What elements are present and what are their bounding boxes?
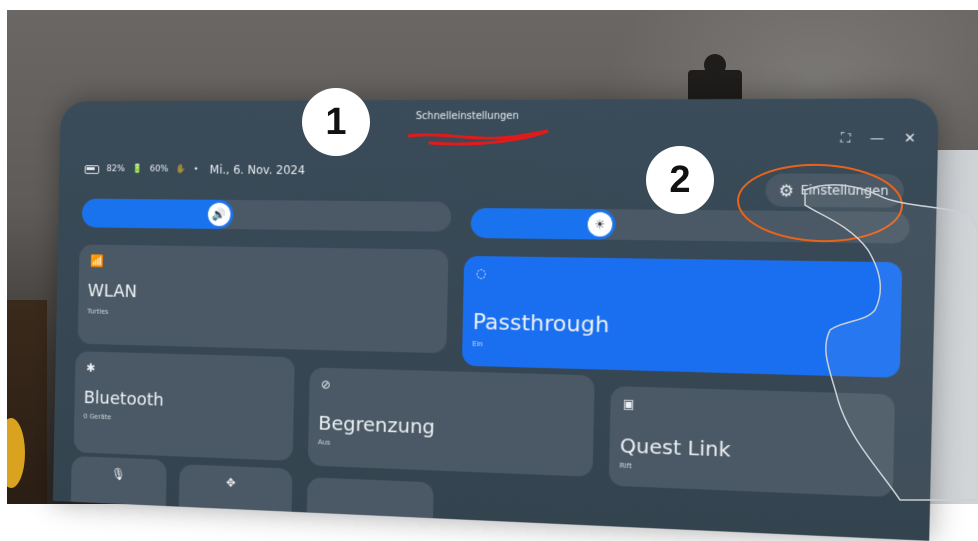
microphone-icon: 🎙 <box>111 467 126 482</box>
tile-microphone[interactable]: 🎙 <box>70 455 167 518</box>
status-separator: • <box>193 164 199 175</box>
passthrough-icon: ◌ <box>475 266 487 281</box>
brightness-slider[interactable]: ☀ <box>470 207 910 244</box>
tile-passthrough-sub: Ein <box>472 339 484 349</box>
wifi-icon: 📶 <box>89 254 104 268</box>
quick-settings-panel: Schnelleinstellungen ⛶ — ✕ 82% 🔋 60% ✋ •… <box>52 98 939 541</box>
tile-extra[interactable] <box>306 477 434 541</box>
move-icon: ✥ <box>225 475 236 490</box>
step-marker-2: 2 <box>646 146 714 214</box>
bluetooth-icon: ✱ <box>86 361 96 375</box>
tile-quest-link-label: Quest Link <box>619 433 731 462</box>
step-marker-1: 1 <box>302 88 370 156</box>
tile-bluetooth-sub: 0 Geräte <box>83 412 112 422</box>
gear-icon: ⚙ <box>778 180 795 201</box>
volume-slider[interactable]: 🔊 <box>81 198 452 232</box>
window-controls: ⛶ — ✕ <box>841 131 917 147</box>
settings-button[interactable]: ⚙ Einstellungen <box>765 173 905 208</box>
minimize-icon[interactable]: — <box>870 131 885 147</box>
tile-passthrough-label: Passthrough <box>472 310 610 339</box>
quest-link-icon: ▣ <box>622 396 635 412</box>
status-bar: 82% 🔋 60% ✋ • Mi., 6. Nov. 2024 <box>84 162 306 178</box>
tile-quest-link-sub: Rift <box>619 461 632 471</box>
settings-button-label: Einstellungen <box>800 182 889 199</box>
status-date: Mi., 6. Nov. 2024 <box>209 162 306 178</box>
controller-battery-icon: 🔋 <box>131 164 143 175</box>
tile-move[interactable]: ✥ <box>178 464 293 528</box>
tile-bluetooth[interactable]: ✱ Bluetooth 0 Geräte <box>73 351 295 461</box>
controller-icon: ✋ <box>175 164 187 175</box>
tile-wlan[interactable]: 📶 WLAN Turtles <box>77 244 449 354</box>
headset-battery-value: 82% <box>106 164 125 175</box>
tile-boundary-label: Begrenzung <box>318 410 436 439</box>
tile-boundary-sub: Aus <box>317 438 331 447</box>
controller-battery-value: 60% <box>149 164 169 175</box>
expand-icon[interactable]: ⛶ <box>841 131 851 147</box>
close-icon[interactable]: ✕ <box>904 131 916 147</box>
headset-battery-icon <box>84 164 100 174</box>
panel-title: Schnelleinstellungen <box>415 110 520 123</box>
tile-wlan-sub: Turtles <box>87 307 109 316</box>
tile-bluetooth-label: Bluetooth <box>83 387 164 411</box>
boundary-icon: ⊘ <box>320 377 331 392</box>
tile-wlan-label: WLAN <box>87 280 138 302</box>
tile-boundary[interactable]: ⊘ Begrenzung Aus <box>307 367 595 477</box>
tile-quest-link[interactable]: ▣ Quest Link Rift <box>608 386 896 498</box>
tile-passthrough[interactable]: ◌ Passthrough Ein <box>461 255 903 378</box>
